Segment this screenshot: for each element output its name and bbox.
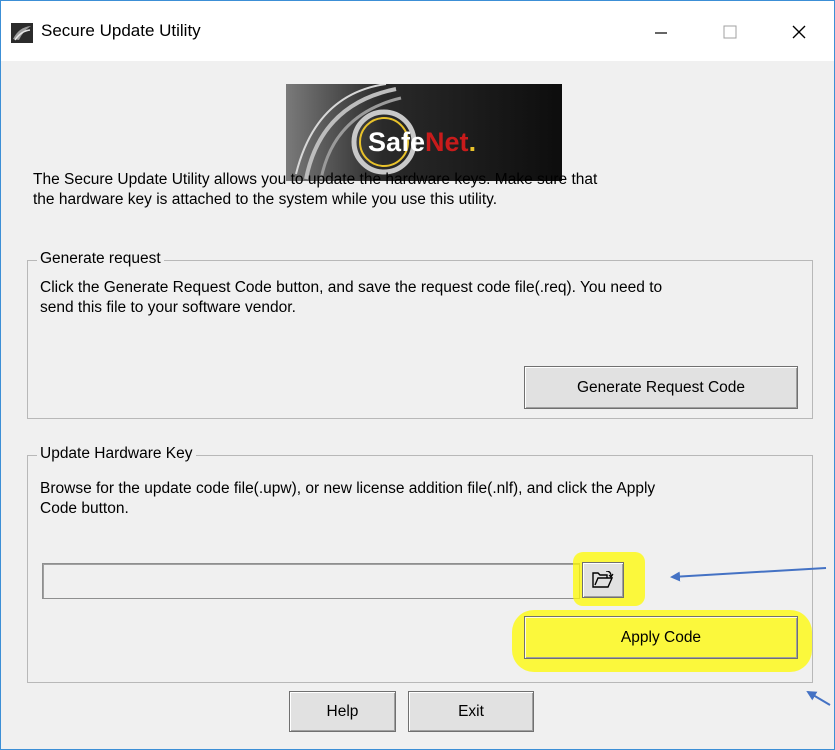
minimize-icon <box>655 32 667 34</box>
maximize-icon <box>723 25 737 39</box>
generate-request-code-button[interactable]: Generate Request Code <box>524 366 798 409</box>
logo-text-safe: Safe <box>368 127 425 157</box>
minimize-button[interactable] <box>638 13 684 51</box>
help-button[interactable]: Help <box>289 691 396 732</box>
generate-request-group: Generate request Click the Generate Requ… <box>27 250 813 419</box>
update-hardware-key-group: Update Hardware Key Browse for the updat… <box>27 445 813 683</box>
open-folder-icon <box>592 571 614 588</box>
generate-request-legend: Generate request <box>37 250 164 268</box>
generate-description-line-2: send this file to your software vendor. <box>40 299 296 316</box>
app-icon <box>11 23 33 43</box>
apply-code-button[interactable]: Apply Code <box>524 616 798 659</box>
intro-line-2: the hardware key is attached to the syst… <box>33 191 498 208</box>
svg-text:SafeNet.: SafeNet. <box>368 127 476 157</box>
title-bar: Secure Update Utility <box>1 1 834 61</box>
close-button[interactable] <box>776 13 822 51</box>
exit-button[interactable]: Exit <box>408 691 534 732</box>
update-description-line-2: Code button. <box>40 500 129 517</box>
secure-update-utility-window: Secure Update Utility SafeNet. The Secur… <box>0 0 835 750</box>
generate-request-description: Click the Generate Request Code button, … <box>40 278 662 318</box>
logo-text-net: Net <box>425 127 469 157</box>
intro-line-1: The Secure Update Utility allows you to … <box>33 171 598 188</box>
generate-description-line-1: Click the Generate Request Code button, … <box>40 279 663 296</box>
intro-text: The Secure Update Utility allows you to … <box>33 170 733 210</box>
maximize-button[interactable] <box>707 13 753 51</box>
update-file-path-input[interactable] <box>42 563 580 599</box>
close-icon <box>792 25 806 39</box>
logo-text-dot: . <box>469 127 477 157</box>
safenet-logo: SafeNet. <box>286 84 562 181</box>
update-hardware-key-legend: Update Hardware Key <box>37 445 196 463</box>
dialog-body: SafeNet. The Secure Update Utility allow… <box>7 62 829 744</box>
update-description: Browse for the update code file(.upw), o… <box>40 479 655 519</box>
update-description-line-1: Browse for the update code file(.upw), o… <box>40 480 656 497</box>
browse-file-button[interactable] <box>582 562 624 598</box>
window-title: Secure Update Utility <box>41 21 201 40</box>
